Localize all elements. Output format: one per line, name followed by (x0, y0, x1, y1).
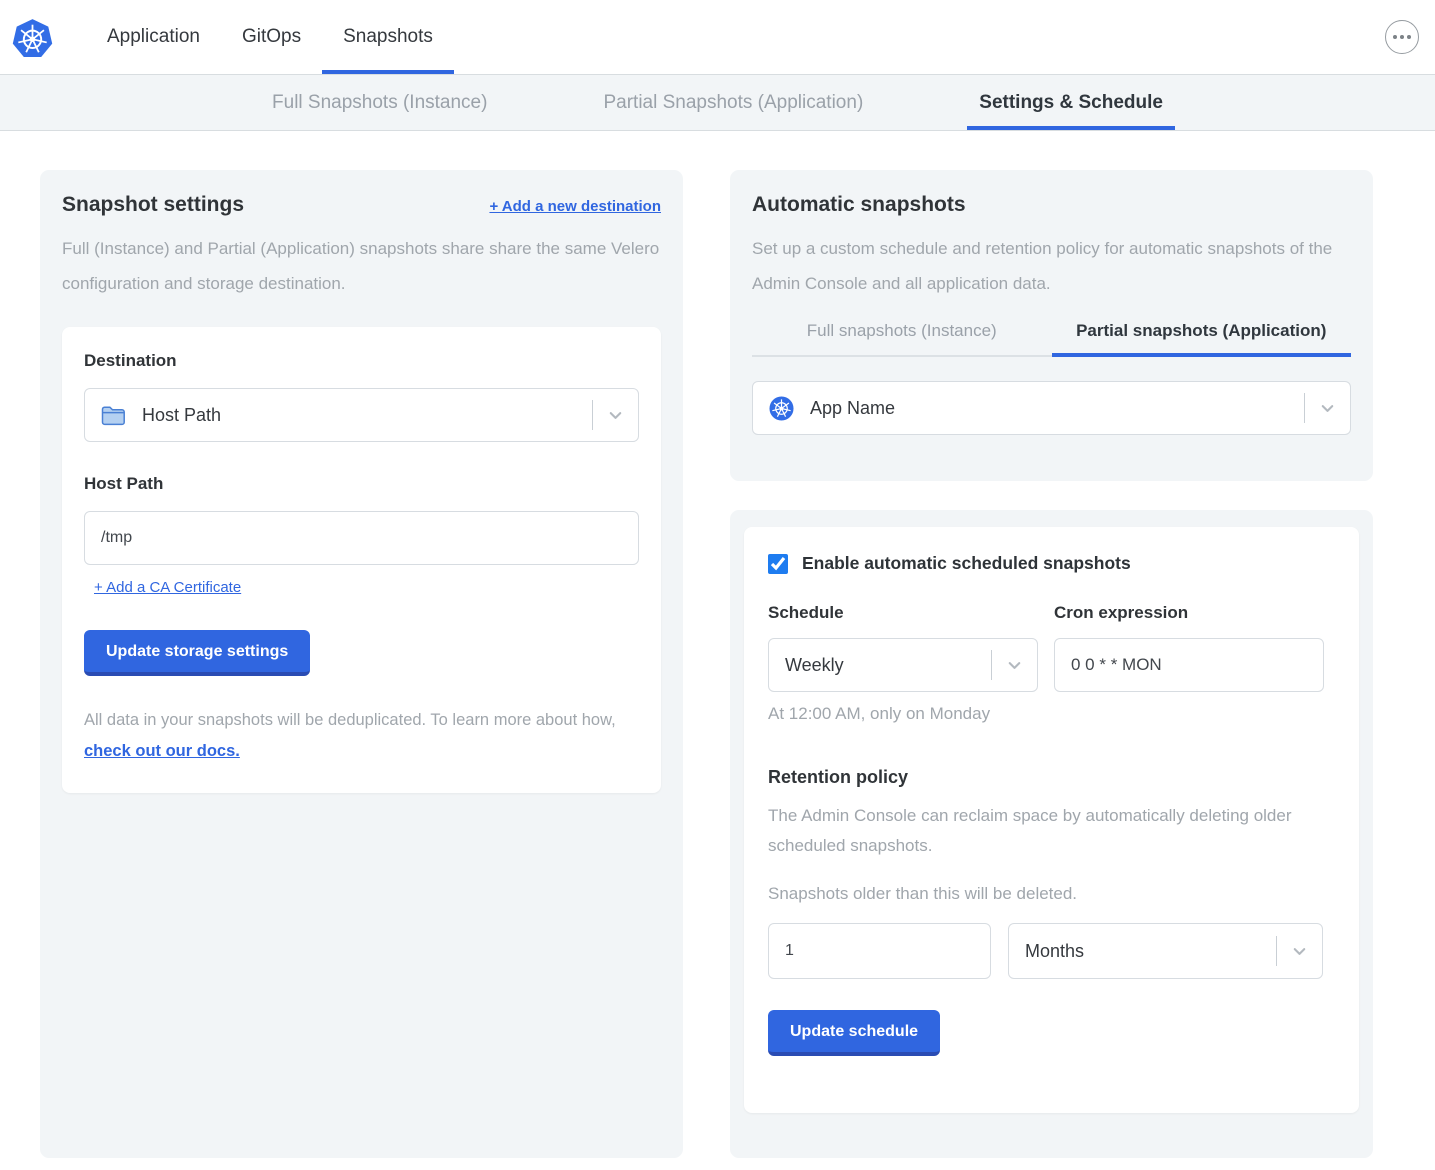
retention-unit-value: Months (1025, 941, 1084, 962)
schedule-interval-value: Weekly (785, 655, 844, 676)
chevron-down-icon (1304, 393, 1350, 423)
automatic-snapshots-title: Automatic snapshots (752, 193, 1351, 217)
host-path-input[interactable] (84, 511, 639, 565)
retention-inputs-row: Months (768, 923, 1335, 979)
chevron-down-icon (592, 400, 638, 430)
schedule-panel: Enable automatic scheduled snapshots Sch… (744, 527, 1359, 1113)
update-schedule-button[interactable]: Update schedule (768, 1010, 940, 1056)
docs-link[interactable]: check out our docs. (84, 742, 240, 760)
snapshot-settings-description: Full (Instance) and Partial (Application… (62, 231, 661, 301)
cron-expression-input[interactable] (1054, 638, 1324, 692)
update-storage-settings-button[interactable]: Update storage settings (84, 630, 310, 676)
tab-gitops[interactable]: GitOps (221, 0, 322, 74)
right-column: Automatic snapshots Set up a custom sche… (730, 170, 1373, 1158)
retention-policy-title: Retention policy (768, 767, 1335, 788)
automatic-snapshots-card: Automatic snapshots Set up a custom sche… (730, 170, 1373, 481)
schedule-interval-select[interactable]: Weekly (768, 638, 1038, 692)
tab-application[interactable]: Application (86, 0, 221, 74)
retention-count-input[interactable] (768, 923, 991, 979)
subtab-full-snapshots[interactable]: Full Snapshots (Instance) (260, 75, 499, 130)
schedule-label: Schedule (768, 603, 1038, 623)
snapshot-settings-title: Snapshot settings (62, 193, 244, 217)
chevron-down-icon (1276, 936, 1322, 966)
storage-settings-panel: Destination Host Path Host Path + Add a … (62, 327, 661, 793)
snapshot-scope-tabs: Full snapshots (Instance) Partial snapsh… (752, 321, 1351, 357)
chevron-down-icon (991, 650, 1037, 680)
top-nav: Application GitOps Snapshots (0, 0, 1435, 74)
ellipsis-icon (1393, 35, 1397, 39)
app-kubernetes-icon (769, 396, 794, 421)
cron-expression-label: Cron expression (1054, 603, 1324, 623)
enable-snapshots-row: Enable automatic scheduled snapshots (768, 553, 1335, 574)
app-select-value: App Name (810, 398, 895, 419)
add-new-destination-link[interactable]: + Add a new destination (489, 198, 661, 215)
enable-snapshots-checkbox[interactable] (768, 554, 788, 574)
destination-value: Host Path (142, 405, 221, 426)
add-ca-certificate-link[interactable]: + Add a CA Certificate (94, 579, 241, 596)
host-path-label: Host Path (84, 474, 639, 494)
subtab-partial-snapshots[interactable]: Partial Snapshots (Application) (591, 75, 875, 130)
cron-human-readable: At 12:00 AM, only on Monday (768, 704, 1335, 724)
snapshots-subnav: Full Snapshots (Instance) Partial Snapsh… (0, 74, 1435, 131)
tab-snapshots[interactable]: Snapshots (322, 0, 454, 74)
app-select[interactable]: App Name (752, 381, 1351, 435)
kubernetes-logo-icon (12, 18, 53, 59)
more-menu-button[interactable] (1385, 20, 1419, 54)
folder-icon (101, 405, 126, 426)
automatic-snapshots-description: Set up a custom schedule and retention p… (752, 231, 1351, 301)
subtab-settings-schedule[interactable]: Settings & Schedule (967, 75, 1175, 130)
enable-snapshots-label[interactable]: Enable automatic scheduled snapshots (802, 553, 1131, 574)
main-content: Snapshot settings + Add a new destinatio… (0, 131, 1435, 1158)
destination-select[interactable]: Host Path (84, 388, 639, 442)
retention-policy-description: The Admin Console can reclaim space by a… (768, 801, 1335, 861)
tab-partial-snapshots-application[interactable]: Partial snapshots (Application) (1052, 321, 1352, 357)
retention-hint: Snapshots older than this will be delete… (768, 884, 1335, 904)
retention-unit-select[interactable]: Months (1008, 923, 1323, 979)
schedule-card: Enable automatic scheduled snapshots Sch… (730, 510, 1373, 1158)
snapshot-settings-card: Snapshot settings + Add a new destinatio… (40, 170, 683, 1158)
destination-label: Destination (84, 351, 639, 371)
top-nav-tabs: Application GitOps Snapshots (86, 0, 454, 74)
tab-full-snapshots-instance[interactable]: Full snapshots (Instance) (752, 321, 1052, 357)
dedup-note: All data in your snapshots will be dedup… (84, 705, 639, 767)
